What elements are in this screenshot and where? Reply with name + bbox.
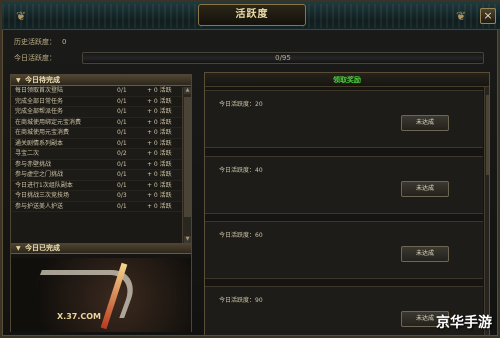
reward-threshold-label: 今日活跃度：90: [219, 297, 263, 304]
title-bar: ❦ 活跃度 ❦ ×: [2, 2, 500, 30]
history-label: 历史活跃度：: [14, 38, 56, 46]
task-row[interactable]: 完成全部日常任务 0/1 + 0 活跃: [11, 97, 191, 107]
completed-section-header[interactable]: ▼ 今日已完成: [11, 243, 191, 254]
expand-triangle-icon: ▼: [16, 245, 21, 252]
reward-box: 今日活跃度：60 未达成: [205, 221, 483, 279]
task-points: + 0 活跃: [147, 87, 172, 94]
task-points: + 0 活跃: [147, 118, 172, 126]
task-progress: 0/1: [117, 181, 127, 189]
task-row[interactable]: 参与护送美人护送 0/1 + 0 活跃: [11, 202, 191, 212]
claim-reward-button[interactable]: 未达成: [401, 115, 449, 131]
task-row[interactable]: 参与虚空之门挑战 0/1 + 0 活跃: [11, 170, 191, 181]
task-row[interactable]: 参与赤壁挑战 0/1 + 0 活跃: [11, 160, 191, 170]
claim-reward-button[interactable]: 未达成: [401, 181, 449, 197]
task-row[interactable]: 今日挑战三次竞技场 0/3 + 0 活跃: [11, 191, 191, 202]
task-progress: 0/3: [117, 192, 127, 199]
history-activity: 历史活跃度： 0: [14, 36, 490, 48]
task-progress: 0/1: [117, 202, 127, 210]
activity-window: ❦ 活跃度 ❦ × 历史活跃度： 0 今日活跃度： 0/95 ▼ 今日待完成 每日…: [0, 0, 500, 338]
task-row[interactable]: 寻宝二次 0/2 + 0 活跃: [11, 149, 191, 160]
window-title: 活跃度: [198, 4, 306, 26]
completed-section-title: 今日已完成: [25, 244, 60, 252]
claim-reward-button[interactable]: 未达成: [401, 246, 449, 262]
reward-box: 今日活跃度：40 未达成: [205, 156, 483, 214]
task-progress: 0/1: [117, 118, 127, 126]
task-name: 每日领取首次登陆: [15, 87, 64, 94]
task-name: 完成全部帮派任务: [15, 108, 64, 115]
reward-threshold-label: 今日活跃度：60: [219, 232, 263, 239]
expand-triangle-icon: ▼: [16, 77, 21, 84]
task-points: + 0 活跃: [147, 171, 172, 178]
logo-text: X.37.COM: [57, 312, 102, 321]
stats-area: 历史活跃度： 0: [14, 36, 490, 48]
task-progress: 0/1: [117, 160, 127, 168]
scroll-thumb[interactable]: [184, 97, 191, 217]
task-name: 在商城使用元宝消费: [15, 129, 70, 136]
task-row[interactable]: 在商城使用绑定元宝消费 0/1 + 0 活跃: [11, 118, 191, 128]
task-points: + 0 活跃: [147, 160, 172, 168]
task-name: 参与虚空之门挑战: [15, 171, 64, 178]
reward-panel: 领取奖励 今日活跃度：20 未达成 今日活跃度：40 未达成 今日活跃度：60 未达成 今日…: [204, 72, 490, 336]
task-row[interactable]: 每日领取首次登陆 0/1 + 0 活跃: [11, 86, 191, 97]
pending-section-title: 今日待完成: [25, 76, 60, 84]
task-progress: 0/1: [117, 97, 127, 105]
task-progress: 0/1: [117, 129, 127, 136]
task-row[interactable]: 今日进行1次组队副本 0/1 + 0 活跃: [11, 181, 191, 191]
reward-scrollbar[interactable]: [484, 87, 489, 335]
task-progress: 0/1: [117, 139, 127, 147]
reward-box: 今日活跃度：20 未达成: [205, 90, 483, 148]
task-row[interactable]: 通关剧情系列副本 0/1 + 0 活跃: [11, 139, 191, 149]
task-points: + 0 活跃: [147, 129, 172, 136]
pending-task-list: 每日领取首次登陆 0/1 + 0 活跃 完成全部日常任务 0/1 + 0 活跃 完成全部帮派…: [11, 86, 191, 243]
task-list-scrollbar[interactable]: ▲ ▼: [182, 87, 191, 243]
task-points: + 0 活跃: [147, 181, 172, 189]
task-points: + 0 活跃: [147, 97, 172, 105]
logo-brush-stroke: [24, 270, 142, 318]
task-points: + 0 活跃: [147, 150, 172, 157]
task-row[interactable]: 完成全部帮派任务 0/1 + 0 活跃: [11, 107, 191, 118]
task-name: 今日进行1次组队副本: [15, 181, 73, 189]
reward-header: 领取奖励: [205, 73, 489, 87]
task-panel: ▼ 今日待完成 每日领取首次登陆 0/1 + 0 活跃 完成全部日常任务 0/1 + 0 …: [10, 74, 192, 332]
scroll-up-icon[interactable]: ▲: [184, 87, 191, 94]
task-points: + 0 活跃: [147, 202, 172, 210]
task-name: 在商城使用绑定元宝消费: [15, 118, 82, 126]
reward-threshold-label: 今日活跃度：20: [219, 101, 263, 108]
task-progress: 0/1: [117, 171, 127, 178]
watermark: 京华手游: [436, 315, 492, 331]
today-activity-row: 今日活跃度： 0/95: [14, 52, 490, 64]
reward-threshold-label: 今日活跃度：40: [219, 167, 263, 174]
task-name: 完成全部日常任务: [15, 97, 64, 105]
task-progress: 0/1: [117, 87, 127, 94]
corner-ornament-left-icon: ❦: [15, 9, 27, 23]
scroll-down-icon[interactable]: ▼: [184, 236, 191, 243]
task-points: + 0 活跃: [147, 108, 172, 115]
task-name: 寻宝二次: [15, 150, 40, 157]
task-row[interactable]: 在商城使用元宝消费 0/1 + 0 活跃: [11, 128, 191, 139]
activity-progress-bar: 0/95: [82, 52, 484, 64]
reward-scroll-thumb[interactable]: [486, 95, 489, 175]
activity-progress-text: 0/95: [275, 54, 291, 62]
task-name: 今日挑战三次竞技场: [15, 192, 70, 199]
task-points: + 0 活跃: [147, 139, 172, 147]
task-name: 通关剧情系列副本: [15, 139, 64, 147]
today-activity-label: 今日活跃度：: [14, 54, 56, 62]
task-name: 参与赤壁挑战: [15, 160, 52, 168]
pending-section-header[interactable]: ▼ 今日待完成: [11, 75, 191, 86]
corner-ornament-right-icon: ❦: [455, 9, 467, 23]
task-progress: 0/1: [117, 108, 127, 115]
task-progress: 0/2: [117, 150, 127, 157]
task-points: + 0 活跃: [147, 192, 172, 199]
close-button[interactable]: ×: [480, 8, 496, 24]
task-name: 参与护送美人护送: [15, 202, 64, 210]
game-logo: X.37.COM: [11, 258, 191, 332]
history-value: 0: [62, 38, 67, 46]
